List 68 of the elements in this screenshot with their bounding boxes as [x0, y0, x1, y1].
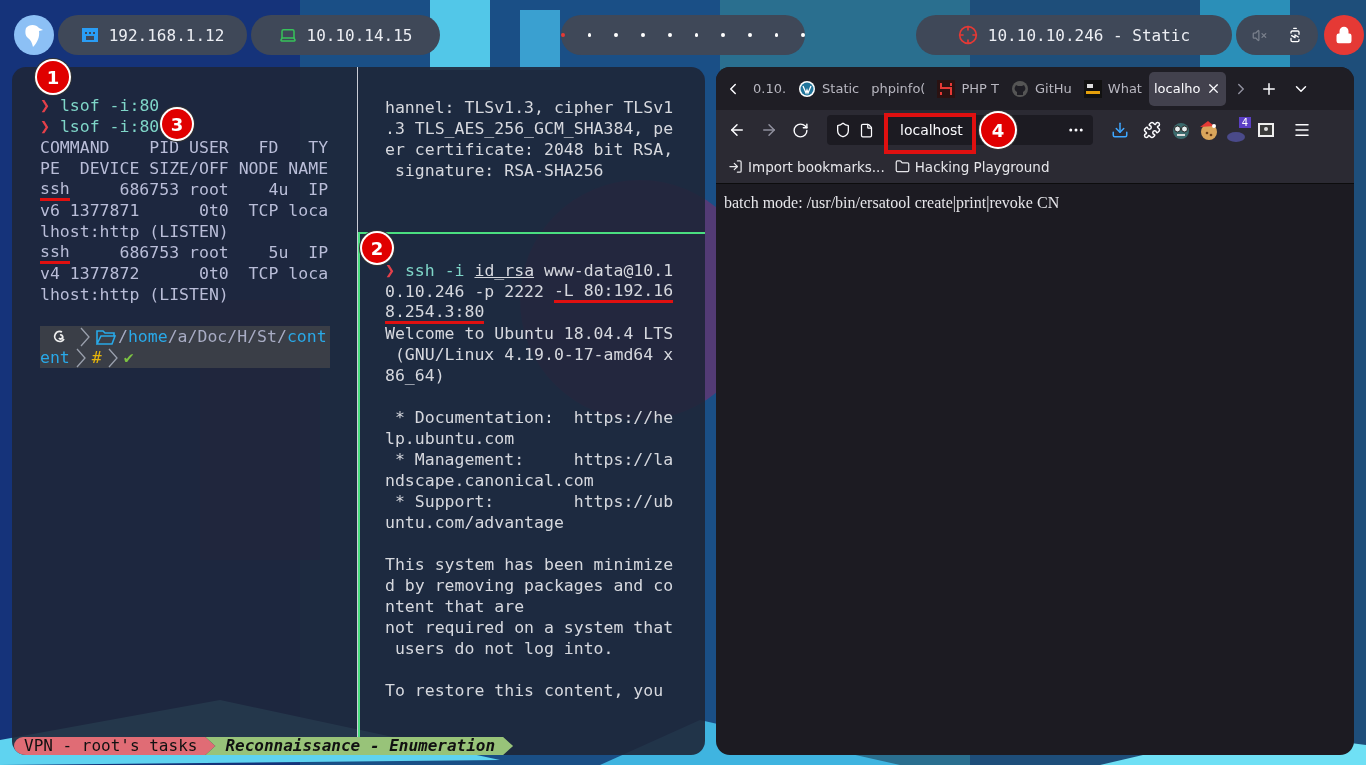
number-badge: 4	[981, 113, 1015, 147]
output-text: ssh	[40, 178, 70, 201]
command-text: ssh -i	[404, 261, 466, 280]
output-text: untu.com/advantage	[385, 513, 564, 532]
output-text: ssh	[40, 241, 70, 264]
output-text: hannel: TLSv1.3, cipher TLSv1	[385, 98, 674, 117]
output-text: -L 80:192.16	[553, 280, 674, 303]
output-text: v4 1377872 0t0 TCP loca	[40, 264, 329, 283]
output-text: * Management: https://la	[393, 450, 674, 469]
output-text: lhost:http (LISTEN)	[40, 222, 229, 241]
prompt-arrow: ❯	[385, 261, 395, 280]
output-text: er certificate: 2048 bit RSA,	[385, 140, 674, 159]
output-text: not required on a system that	[385, 618, 674, 637]
output-text: 0.10.246 -p 2222	[385, 282, 545, 301]
output-text: 8.254.3:80	[385, 301, 485, 324]
output-text: 686753 root 4u IP	[118, 180, 329, 199]
prompt-text: /	[118, 327, 128, 346]
output-text: PE DEVICE SIZE/OFF NODE NAME	[40, 159, 329, 178]
browser-tab[interactable]: What	[1078, 71, 1147, 106]
number-badge: 2	[362, 233, 392, 263]
prompt-text: #	[91, 348, 102, 367]
prompt-text: /a/Doc/H/St/	[167, 327, 287, 346]
output-text: lp.ubuntu.com	[385, 429, 515, 448]
vpn-ip: 10.10.14.15	[306, 25, 413, 45]
prompt-text: cont	[286, 327, 327, 346]
output-text: v6 1377871 0t0 TCP loca	[40, 201, 329, 220]
target-text: 10.10.10.246 - Static	[987, 25, 1191, 45]
output-text: (GNU/Linux 4.19.0-17-amd64 x	[393, 345, 674, 364]
output-text: id_rsa	[474, 261, 535, 280]
output-text: 86_64)	[385, 366, 445, 385]
prompt-text: ent	[40, 348, 70, 367]
output-text: lhost:http (LISTEN)	[40, 285, 229, 304]
status-segment: Reconnaissance - Enumeration	[205, 737, 514, 755]
output-text: * Support: https://ub	[393, 492, 674, 511]
browser-tab[interactable]: localho	[1148, 71, 1227, 106]
page-text: batch mode: /usr/bin/ersatool create|print|revoke CN	[723, 193, 1061, 214]
browser-tab[interactable]: PHP T	[932, 71, 1004, 106]
output-text: ntent that are	[385, 597, 525, 616]
browser-tab[interactable]: Static	[793, 71, 865, 106]
command-text: lsof -i:80	[59, 96, 160, 115]
output-text: d by removing packages and co	[385, 576, 674, 595]
prompt-text: ✔	[123, 348, 134, 367]
prompt-arrow: ❯	[40, 96, 50, 115]
command-text: lsof -i:80	[59, 117, 160, 136]
url-text: localhost	[900, 122, 963, 138]
browser-tab[interactable]: 0.10.	[748, 71, 792, 106]
output-text: Welcome to Ubuntu 18.04.4 LTS	[385, 324, 674, 343]
output-text: .3 TLS_AES_256_GCM_SHA384, pe	[385, 119, 674, 138]
number-badge: 1	[37, 61, 69, 93]
output-text: users do not log into.	[393, 639, 614, 658]
output-text: COMMAND PID USER FD TY	[40, 138, 329, 157]
output-text: * Documentation: https://he	[393, 408, 674, 427]
output-text: 686753 root 5u IP	[118, 243, 329, 262]
output-text: To restore this content, you	[385, 681, 664, 700]
extension-badge: 4	[1238, 116, 1251, 128]
prompt-arrow: ❯	[40, 117, 50, 136]
prompt-text: home	[127, 327, 168, 346]
output-text: signature: RSA-SHA256	[393, 161, 604, 180]
number-badge: 3	[162, 109, 192, 139]
local-ip: 192.168.1.12	[108, 25, 225, 45]
output-text: ndscape.canonical.com	[385, 471, 594, 490]
browser-tab[interactable]: phpinfo(	[866, 71, 931, 106]
browser-tab[interactable]: GitHu	[1006, 71, 1077, 106]
output-text: www-data@10.1	[543, 261, 674, 280]
output-text: This system has been minimize	[385, 555, 674, 574]
bookmark-link[interactable]: Import bookmarks...	[728, 158, 885, 175]
bookmark-link[interactable]: Hacking Playground	[894, 158, 1050, 175]
status-segment: VPN - root's tasks	[14, 737, 216, 755]
